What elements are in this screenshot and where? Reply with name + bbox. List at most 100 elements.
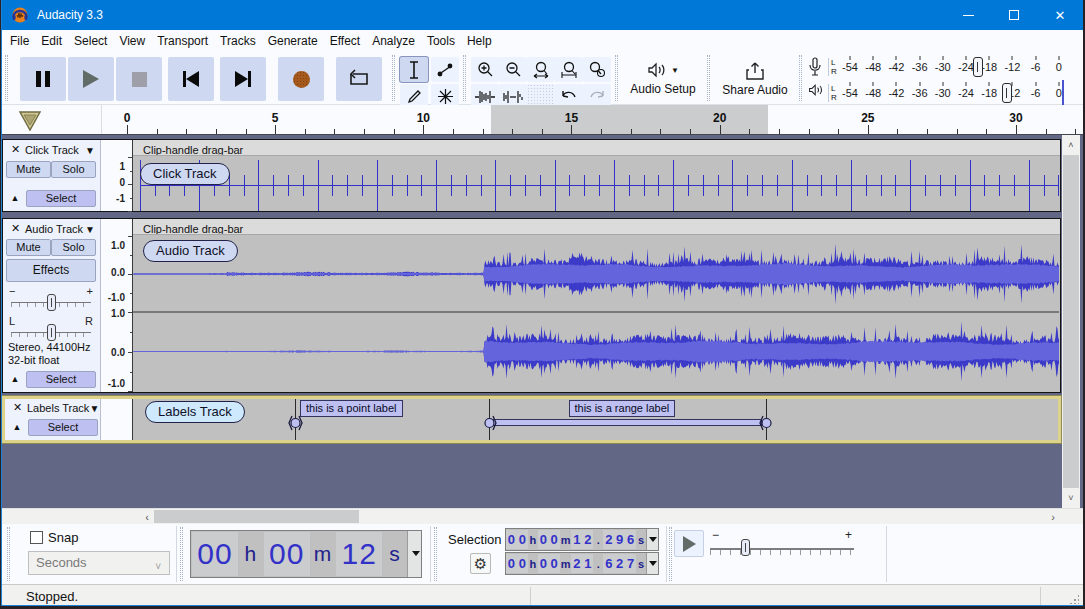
- time-unit[interactable]: m: [560, 529, 572, 550]
- playback-meter[interactable]: LR -54-48-42-36-30-24-18-12-60: [804, 80, 1066, 106]
- time-digit[interactable]: 00: [192, 532, 238, 576]
- record-meter[interactable]: LR -54-48-42-36-30-24-18-12-60: [804, 54, 1066, 80]
- menu-effect[interactable]: Effect: [324, 34, 366, 48]
- audio-track-select-button[interactable]: Select: [26, 371, 96, 388]
- time-unit[interactable]: s: [636, 529, 646, 550]
- time-unit[interactable]: .: [593, 553, 603, 574]
- audio-track-name-menu[interactable]: Audio Track▼: [25, 222, 98, 236]
- meter-slider-handle[interactable]: [1002, 83, 1012, 103]
- fit-project-button[interactable]: [555, 57, 583, 82]
- range-label-text[interactable]: this is a range label: [569, 400, 676, 417]
- speed-slider-thumb[interactable]: [741, 539, 750, 556]
- selection-end-display[interactable]: 00h00m21.627s: [505, 552, 659, 575]
- selection-tool-button[interactable]: [400, 57, 428, 82]
- play-at-speed-button[interactable]: [674, 530, 704, 557]
- horizontal-scrollbar-thumb[interactable]: [154, 510, 359, 523]
- audio-track-effects-button[interactable]: Effects: [6, 259, 96, 282]
- click-track-clip[interactable]: Clip-handle drag-bar Click Track: [133, 140, 1060, 211]
- time-digit[interactable]: 12: [336, 532, 382, 576]
- labels-track-select-button[interactable]: Select: [28, 419, 98, 436]
- menu-select[interactable]: Select: [68, 34, 113, 48]
- time-unit[interactable]: s: [383, 531, 407, 577]
- zoom-out-button[interactable]: [499, 57, 527, 82]
- time-unit[interactable]: .: [593, 529, 603, 550]
- zoom-in-button[interactable]: [471, 57, 499, 82]
- time-display-dropdown-arrow[interactable]: [412, 551, 420, 556]
- scroll-left-arrow[interactable]: ‹: [140, 511, 154, 523]
- time-digit[interactable]: 00: [264, 532, 310, 576]
- horizontal-scrollbar[interactable]: ‹ ›: [2, 508, 1083, 524]
- click-track-name-pill[interactable]: Click Track: [140, 163, 230, 185]
- time-digit[interactable]: 1: [582, 554, 593, 573]
- menu-tracks[interactable]: Tracks: [214, 34, 262, 48]
- share-audio-button[interactable]: Share Audio: [714, 55, 796, 103]
- audio-track-solo-button[interactable]: Solo: [51, 239, 96, 256]
- skip-to-start-button[interactable]: [168, 57, 214, 101]
- time-digit[interactable]: 0: [517, 530, 528, 549]
- pause-button[interactable]: [20, 57, 66, 101]
- audio-track-name-pill[interactable]: Audio Track: [143, 240, 238, 262]
- close-button[interactable]: ✕: [1037, 0, 1083, 30]
- time-digit[interactable]: 2: [614, 554, 625, 573]
- menu-analyze[interactable]: Analyze: [366, 34, 421, 48]
- audio-track-gain-slider[interactable]: −+: [9, 287, 93, 315]
- time-digit[interactable]: 7: [625, 554, 636, 573]
- record-button[interactable]: [278, 57, 324, 101]
- time-digit[interactable]: 2: [582, 530, 593, 549]
- time-unit[interactable]: h: [528, 553, 538, 574]
- audio-track-collapse-button[interactable]: ▲: [7, 371, 23, 387]
- menu-view[interactable]: View: [113, 34, 151, 48]
- snap-checkbox[interactable]: [30, 531, 43, 544]
- menu-generate[interactable]: Generate: [262, 34, 324, 48]
- scroll-down-arrow[interactable]: ˅: [1062, 493, 1080, 503]
- envelope-tool-button[interactable]: [431, 57, 459, 82]
- scroll-right-arrow[interactable]: ›: [1046, 511, 1060, 523]
- time-digit[interactable]: 6: [625, 530, 636, 549]
- click-track-mute-button[interactable]: Mute: [6, 161, 51, 178]
- time-digit[interactable]: 2: [571, 554, 582, 573]
- labels-track-clip[interactable]: Labels Track this is a point labelthis i…: [133, 399, 1058, 440]
- minimize-button[interactable]: [945, 0, 991, 30]
- time-digit[interactable]: 6: [603, 554, 614, 573]
- timeline-ruler[interactable]: 051015202530: [2, 105, 1083, 135]
- time-digit[interactable]: 0: [517, 554, 528, 573]
- gain-slider-thumb[interactable]: [47, 294, 56, 311]
- range-label-start-handle[interactable]: [482, 415, 493, 428]
- vertical-scrollbar-thumb[interactable]: [1063, 155, 1079, 488]
- audio-track-mute-button[interactable]: Mute: [6, 239, 51, 256]
- click-track-name-menu[interactable]: Click Track▼: [25, 143, 98, 157]
- labels-track-close-button[interactable]: ✕: [11, 401, 24, 414]
- fit-selection-button[interactable]: [527, 57, 555, 82]
- time-display-dropdown-arrow[interactable]: [649, 561, 657, 566]
- audio-track-close-button[interactable]: ✕: [9, 222, 22, 235]
- menu-file[interactable]: File: [10, 34, 35, 48]
- scroll-up-arrow[interactable]: ˄: [1062, 140, 1080, 150]
- menu-help[interactable]: Help: [461, 34, 498, 48]
- click-track-vertical-ruler[interactable]: 10-1: [101, 140, 133, 211]
- time-digit[interactable]: 0: [538, 530, 549, 549]
- loop-region-pin-icon[interactable]: [19, 111, 41, 131]
- stop-button[interactable]: [116, 57, 162, 101]
- time-unit[interactable]: h: [528, 529, 538, 550]
- time-digit[interactable]: 0: [549, 554, 560, 573]
- maximize-button[interactable]: [991, 0, 1037, 30]
- time-display-dropdown-arrow[interactable]: [649, 537, 657, 542]
- selection-start-display[interactable]: 00h00m12.296s: [505, 528, 659, 551]
- time-digit[interactable]: 0: [506, 554, 517, 573]
- click-track-close-button[interactable]: ✕: [9, 143, 22, 156]
- audio-track-clip[interactable]: Clip-handle drag-bar Audio Track: [133, 219, 1060, 392]
- time-unit[interactable]: m: [560, 553, 572, 574]
- play-button[interactable]: [68, 57, 114, 101]
- skip-to-end-button[interactable]: [220, 57, 266, 101]
- audio-position-display[interactable]: 00h00m12s: [190, 530, 422, 578]
- resize-grip[interactable]: [1069, 594, 1079, 604]
- labels-track-name-pill[interactable]: Labels Track: [145, 401, 245, 423]
- time-unit[interactable]: m: [311, 531, 336, 577]
- click-track-clip-handle[interactable]: Clip-handle drag-bar: [133, 140, 1060, 156]
- time-digit[interactable]: 1: [571, 530, 582, 549]
- meter-slider-handle[interactable]: [973, 57, 983, 77]
- range-label-bar[interactable]: [493, 419, 762, 426]
- time-digit[interactable]: 0: [538, 554, 549, 573]
- snap-mode-select[interactable]: Seconds˅: [28, 551, 170, 575]
- labels-track-collapse-button[interactable]: ▲: [9, 419, 25, 435]
